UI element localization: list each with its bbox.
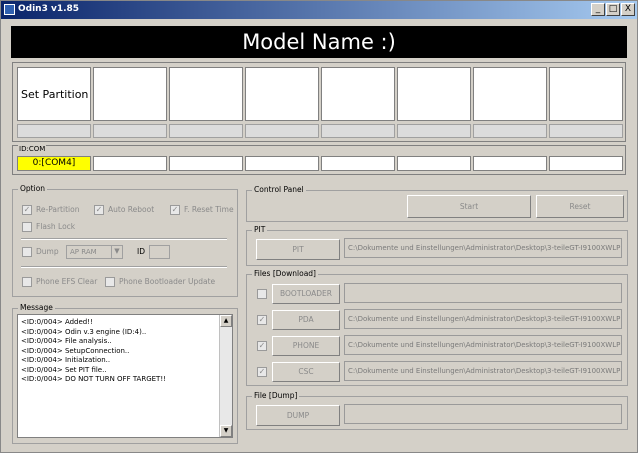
window-title: Odin3 v1.85 — [18, 4, 80, 14]
csc-checkbox[interactable]: ✓ — [257, 367, 267, 377]
id-com-label: ID:COM — [18, 145, 47, 153]
option-divider — [21, 266, 227, 268]
chevron-down-icon[interactable]: ▼ — [111, 246, 122, 258]
com-port-slot — [549, 156, 623, 171]
phone-button[interactable]: PHONE — [272, 336, 340, 356]
log-line: <ID:0/004> Set PIT file.. — [21, 365, 107, 374]
pda-button[interactable]: PDA — [272, 310, 340, 330]
scroll-down-icon[interactable]: ▼ — [220, 425, 232, 437]
flash-lock-label: Flash Lock — [36, 222, 76, 231]
phone-bootloader-update-label: Phone Bootloader Update — [119, 277, 216, 286]
bootloader-path-field[interactable] — [344, 283, 622, 303]
pit-legend: PIT — [252, 225, 268, 234]
phone-checkbox[interactable]: ✓ — [257, 341, 267, 351]
com-port-slot — [473, 156, 547, 171]
com-port-slot — [397, 156, 471, 171]
phone-path-field[interactable]: C:\Dokumente und Einstellungen\Administr… — [344, 335, 622, 355]
message-legend: Message — [18, 303, 55, 312]
partition-cell — [549, 67, 623, 121]
log-line: <ID:0/004> DO NOT TURN OFF TARGET!! — [21, 375, 166, 383]
re-partition-checkbox[interactable]: ✓ — [22, 205, 32, 215]
dump-target-value: AP RAM — [70, 248, 97, 256]
message-lines: <ID:0/004> Added!! <ID:0/004> Odin v.3 e… — [21, 318, 166, 385]
partition-cell — [169, 67, 243, 121]
progress-cell — [93, 124, 167, 138]
pit-button[interactable]: PIT — [256, 239, 340, 260]
close-button[interactable]: X — [621, 3, 635, 16]
pda-path-field[interactable]: C:\Dokumente und Einstellungen\Administr… — [344, 309, 622, 329]
scroll-up-icon[interactable]: ▲ — [220, 315, 232, 327]
dump-button[interactable]: DUMP — [256, 405, 340, 426]
id-input[interactable] — [149, 245, 170, 259]
pda-checkbox[interactable]: ✓ — [257, 315, 267, 325]
log-line: <ID:0/004> File analysis.. — [21, 337, 112, 345]
log-line: <ID:0/004> Initialzation.. — [21, 356, 111, 364]
progress-cell — [549, 124, 623, 138]
log-line: <ID:0/004> Odin v.3 engine (ID:4).. — [21, 327, 147, 336]
partition-cell — [93, 67, 167, 121]
model-name-banner: Model Name :) — [11, 26, 627, 58]
partition-cell — [397, 67, 471, 121]
files-download-legend: Files [Download] — [252, 269, 318, 278]
restore-button[interactable]: □ — [606, 3, 620, 16]
partition-cell-set: Set Partition — [17, 67, 91, 121]
message-log[interactable]: <ID:0/004> Added!! <ID:0/004> Odin v.3 e… — [17, 314, 233, 438]
log-line: <ID:0/004> SetupConnection.. — [21, 346, 130, 355]
auto-reboot-checkbox[interactable]: ✓ — [94, 205, 104, 215]
partition-cell — [321, 67, 395, 121]
odin-window: Odin3 v1.85 _ □ X Model Name :) Set Part… — [0, 0, 638, 453]
progress-cell — [473, 124, 547, 138]
id-com-row: ID:COM 0:[COM4] — [12, 145, 626, 175]
progress-cell — [245, 124, 319, 138]
control-panel-group: Control Panel Start Reset — [246, 185, 628, 222]
bootloader-button[interactable]: BOOTLOADER — [272, 284, 340, 304]
com-port-slot — [245, 156, 319, 171]
progress-cell — [169, 124, 243, 138]
file-dump-legend: File [Dump] — [252, 391, 300, 400]
option-divider — [21, 238, 227, 240]
title-bar[interactable]: Odin3 v1.85 _ □ X — [1, 1, 637, 19]
log-line: <ID:0/004> Added!! — [21, 318, 93, 326]
csc-path-field[interactable]: C:\Dokumente und Einstellungen\Administr… — [344, 361, 622, 381]
start-button[interactable]: Start — [407, 195, 531, 218]
f-reset-time-checkbox[interactable]: ✓ — [170, 205, 180, 215]
files-download-group: Files [Download] BOOTLOADER ✓ PDA C:\Dok… — [246, 269, 628, 386]
progress-cell — [321, 124, 395, 138]
option-legend: Option — [18, 184, 48, 193]
minimize-button[interactable]: _ — [591, 3, 605, 16]
com-port-slot — [169, 156, 243, 171]
dump-target-select[interactable]: AP RAM ▼ — [66, 245, 123, 259]
com-port-slot — [321, 156, 395, 171]
partition-grid: Set Partition — [12, 62, 626, 142]
flash-lock-checkbox[interactable] — [22, 222, 32, 232]
phone-bootloader-update-checkbox[interactable] — [105, 277, 115, 287]
partition-cell — [473, 67, 547, 121]
dump-label: Dump — [36, 247, 59, 256]
partition-cell — [245, 67, 319, 121]
pit-path-field[interactable]: C:\Dokumente und Einstellungen\Administr… — [344, 238, 622, 258]
auto-reboot-label: Auto Reboot — [108, 205, 155, 214]
com-port-active: 0:[COM4] — [17, 156, 91, 171]
control-panel-legend: Control Panel — [252, 185, 306, 194]
re-partition-label: Re-Partition — [36, 205, 80, 214]
f-reset-time-label: F. Reset Time — [184, 205, 234, 214]
csc-button[interactable]: CSC — [272, 362, 340, 382]
progress-cell — [397, 124, 471, 138]
progress-cell — [17, 124, 91, 138]
pit-group: PIT PIT C:\Dokumente und Einstellungen\A… — [246, 225, 628, 266]
id-label: ID — [137, 247, 145, 256]
app-icon — [4, 4, 15, 15]
phone-efs-clear-label: Phone EFS Clear — [36, 277, 98, 286]
reset-button[interactable]: Reset — [536, 195, 624, 218]
dump-path-field[interactable] — [344, 404, 622, 424]
dump-checkbox[interactable] — [22, 247, 32, 257]
bootloader-checkbox[interactable] — [257, 289, 267, 299]
option-group: Option ✓ Re-Partition ✓ Auto Reboot ✓ F.… — [12, 184, 238, 297]
set-partition-label: Set Partition — [21, 88, 89, 101]
com-port-slot — [93, 156, 167, 171]
message-scrollbar[interactable]: ▲ ▼ — [219, 315, 232, 437]
phone-efs-clear-checkbox[interactable] — [22, 277, 32, 287]
file-dump-group: File [Dump] DUMP — [246, 391, 628, 430]
